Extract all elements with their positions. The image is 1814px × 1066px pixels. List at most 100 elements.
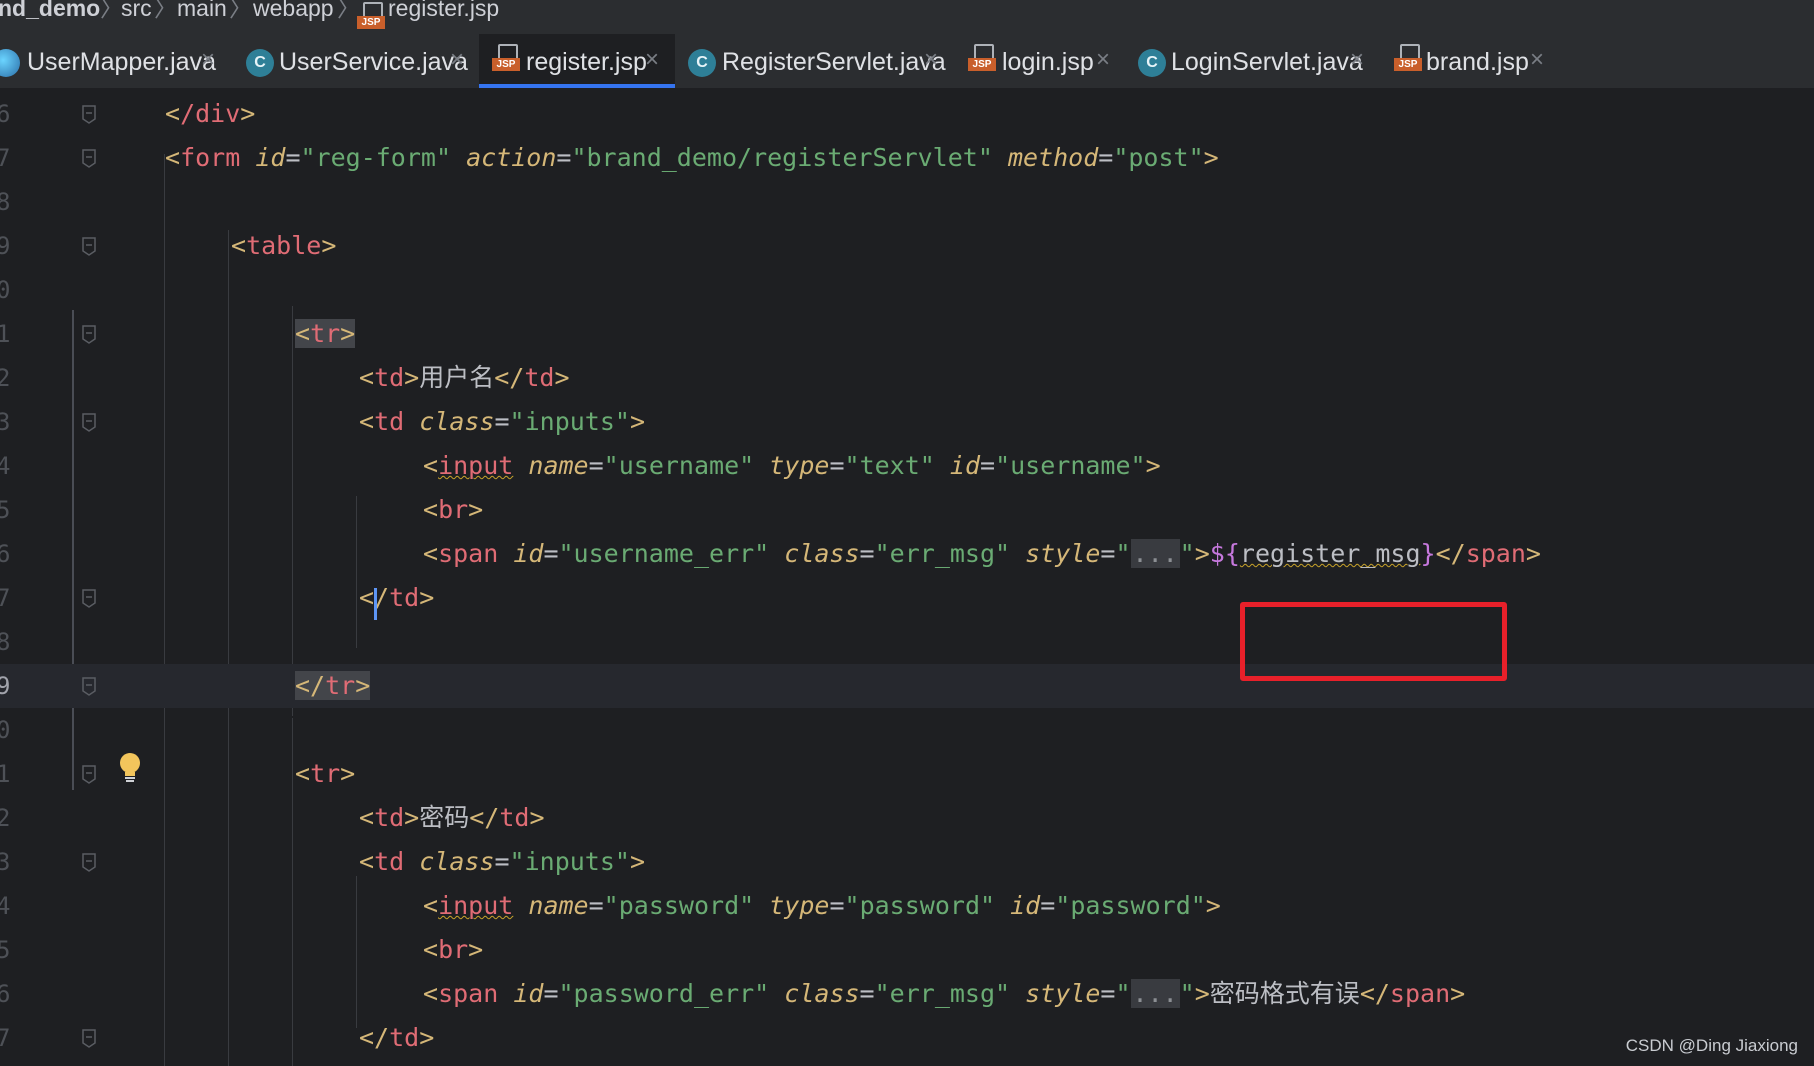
fold-marker-icon[interactable] — [82, 850, 96, 872]
line-number: 1 — [0, 320, 10, 348]
code-token: = — [556, 143, 572, 172]
close-icon[interactable]: × — [1530, 46, 1544, 74]
fold-marker-icon[interactable] — [82, 322, 96, 344]
code-token: = — [285, 143, 301, 172]
fold-marker-icon[interactable] — [82, 146, 96, 168]
code-line[interactable]: 0 — [0, 268, 1814, 312]
code-line[interactable]: 2 <td>密码</td> — [0, 796, 1814, 840]
code-line[interactable]: 7 </td> — [0, 1016, 1814, 1060]
code-token: "password" — [1055, 891, 1206, 920]
code-token: </ — [1359, 979, 1390, 1008]
breadcrumb-separator: 〉 — [100, 0, 123, 21]
tab-loginservlet-java[interactable]: C LoginServlet.java × — [1128, 34, 1384, 88]
code-line[interactable]: 7 <form id="reg-form" action="brand_demo/… — [0, 136, 1814, 180]
code-token: > — [240, 99, 256, 128]
code-editor[interactable]: 6 </div> 7 <form id="reg-form" action="bran… — [0, 88, 1814, 1066]
code-token: > — [321, 231, 337, 260]
code-token: td — [389, 583, 420, 612]
close-icon[interactable]: × — [1350, 46, 1364, 74]
code-token: < — [423, 891, 439, 920]
code-token: td — [374, 847, 420, 876]
code-token: "reg-form" — [300, 143, 467, 172]
code-line[interactable]: 6 <span id="password_err" class="err_msg"… — [0, 972, 1814, 1016]
code-text: </tr> — [295, 670, 371, 702]
code-line[interactable]: 1 <tr> — [0, 752, 1814, 796]
fold-marker-icon[interactable] — [82, 410, 96, 432]
line-number: 3 — [0, 408, 10, 436]
code-token: form — [180, 143, 256, 172]
code-line[interactable]: 3 <td class="inputs"> — [0, 840, 1814, 884]
code-token: span — [438, 979, 514, 1008]
code-line[interactable]: 1 <tr> — [0, 312, 1814, 356]
code-line[interactable]: 9 </tr> — [0, 664, 1814, 708]
line-number: 4 — [0, 892, 10, 920]
code-line[interactable]: 0 — [0, 708, 1814, 752]
line-number: 2 — [0, 364, 10, 392]
code-line[interactable]: 8 — [0, 180, 1814, 224]
tab-register-jsp[interactable]: JSP register.jsp × — [479, 34, 675, 88]
folded-region[interactable]: ... — [1130, 539, 1180, 568]
fold-marker-icon[interactable] — [82, 674, 96, 696]
breadcrumb-item-src[interactable]: src — [121, 0, 152, 20]
code-token: < — [423, 935, 439, 964]
code-token: = — [859, 539, 875, 568]
fold-marker-icon[interactable] — [82, 762, 96, 784]
jsp-file-icon: JSP — [492, 44, 520, 72]
code-line[interactable]: 6 <span id="username_err" class="err_msg"… — [0, 532, 1814, 576]
code-line[interactable]: 4 <input name="password" type="password" … — [0, 884, 1814, 928]
code-token: br — [438, 495, 469, 524]
code-token: < — [165, 99, 181, 128]
code-line[interactable]: 5 <br> — [0, 928, 1814, 972]
code-text: <td class="inputs"> — [359, 846, 645, 878]
code-token: < — [359, 407, 375, 436]
breadcrumb-item-file[interactable]: register.jsp — [388, 0, 499, 20]
close-icon[interactable]: × — [645, 46, 659, 74]
code-token: "brand_demo/registerServlet" — [571, 143, 1008, 172]
line-number: 7 — [0, 584, 10, 612]
close-icon[interactable]: × — [201, 46, 215, 74]
breadcrumb-separator: 〉 — [154, 0, 177, 21]
code-token: > — [468, 495, 484, 524]
breadcrumb-item-project[interactable]: nd_demo — [0, 0, 100, 20]
fold-marker-icon[interactable] — [82, 102, 96, 124]
code-text: <form id="reg-form" action="brand_demo/r… — [165, 142, 1219, 174]
line-number: 6 — [0, 100, 10, 128]
breadcrumb-item-main[interactable]: main — [177, 0, 227, 20]
breadcrumb-item-webapp[interactable]: webapp — [253, 0, 334, 20]
code-token: 用户名 — [419, 363, 495, 392]
code-token: > — [529, 803, 545, 832]
lightbulb-icon[interactable] — [118, 752, 142, 784]
code-token: 密码 — [419, 803, 470, 832]
close-icon[interactable]: × — [924, 46, 938, 74]
fold-marker-icon[interactable] — [82, 1026, 96, 1048]
code-line[interactable]: 7 </td> — [0, 576, 1814, 620]
code-token: action — [466, 143, 557, 172]
java-class-icon: C — [1138, 49, 1166, 77]
code-line[interactable]: 2 <td>用户名</td> — [0, 356, 1814, 400]
code-token: /div — [180, 99, 241, 128]
line-number: 5 — [0, 496, 10, 524]
code-line[interactable]: 6 </div> — [0, 92, 1814, 136]
watermark: CSDN @Ding Jiaxiong — [1625, 1036, 1798, 1055]
code-token: "password" — [603, 891, 770, 920]
code-token: "password" — [844, 891, 1011, 920]
code-token: br — [438, 935, 469, 964]
code-line[interactable]: 3 <td class="inputs"> — [0, 400, 1814, 444]
code-line[interactable]: 4 <input name="username" type="text" id="… — [0, 444, 1814, 488]
close-icon[interactable]: × — [450, 46, 464, 74]
tab-registerservlet-java[interactable]: C RegisterServlet.java × — [678, 34, 946, 88]
folded-region[interactable]: ... — [1130, 979, 1180, 1008]
code-line[interactable]: 8 — [0, 620, 1814, 664]
tab-userservice-java[interactable]: C UserService.java × — [236, 34, 476, 88]
tab-login-jsp[interactable]: JSP login.jsp × — [956, 34, 1128, 88]
code-token: tr — [310, 759, 341, 788]
code-token: > — [340, 759, 356, 788]
fold-marker-icon[interactable] — [82, 234, 96, 256]
tab-brand-jsp[interactable]: JSP brand.jsp × — [1388, 34, 1570, 88]
fold-marker-icon[interactable] — [82, 586, 96, 608]
tab-usermapper-java[interactable]: UserMapper.java × — [0, 34, 222, 88]
code-token: < — [423, 495, 439, 524]
close-icon[interactable]: × — [1096, 46, 1110, 74]
code-line[interactable]: 9 <table> — [0, 224, 1814, 268]
code-line[interactable]: 5 <br> — [0, 488, 1814, 532]
